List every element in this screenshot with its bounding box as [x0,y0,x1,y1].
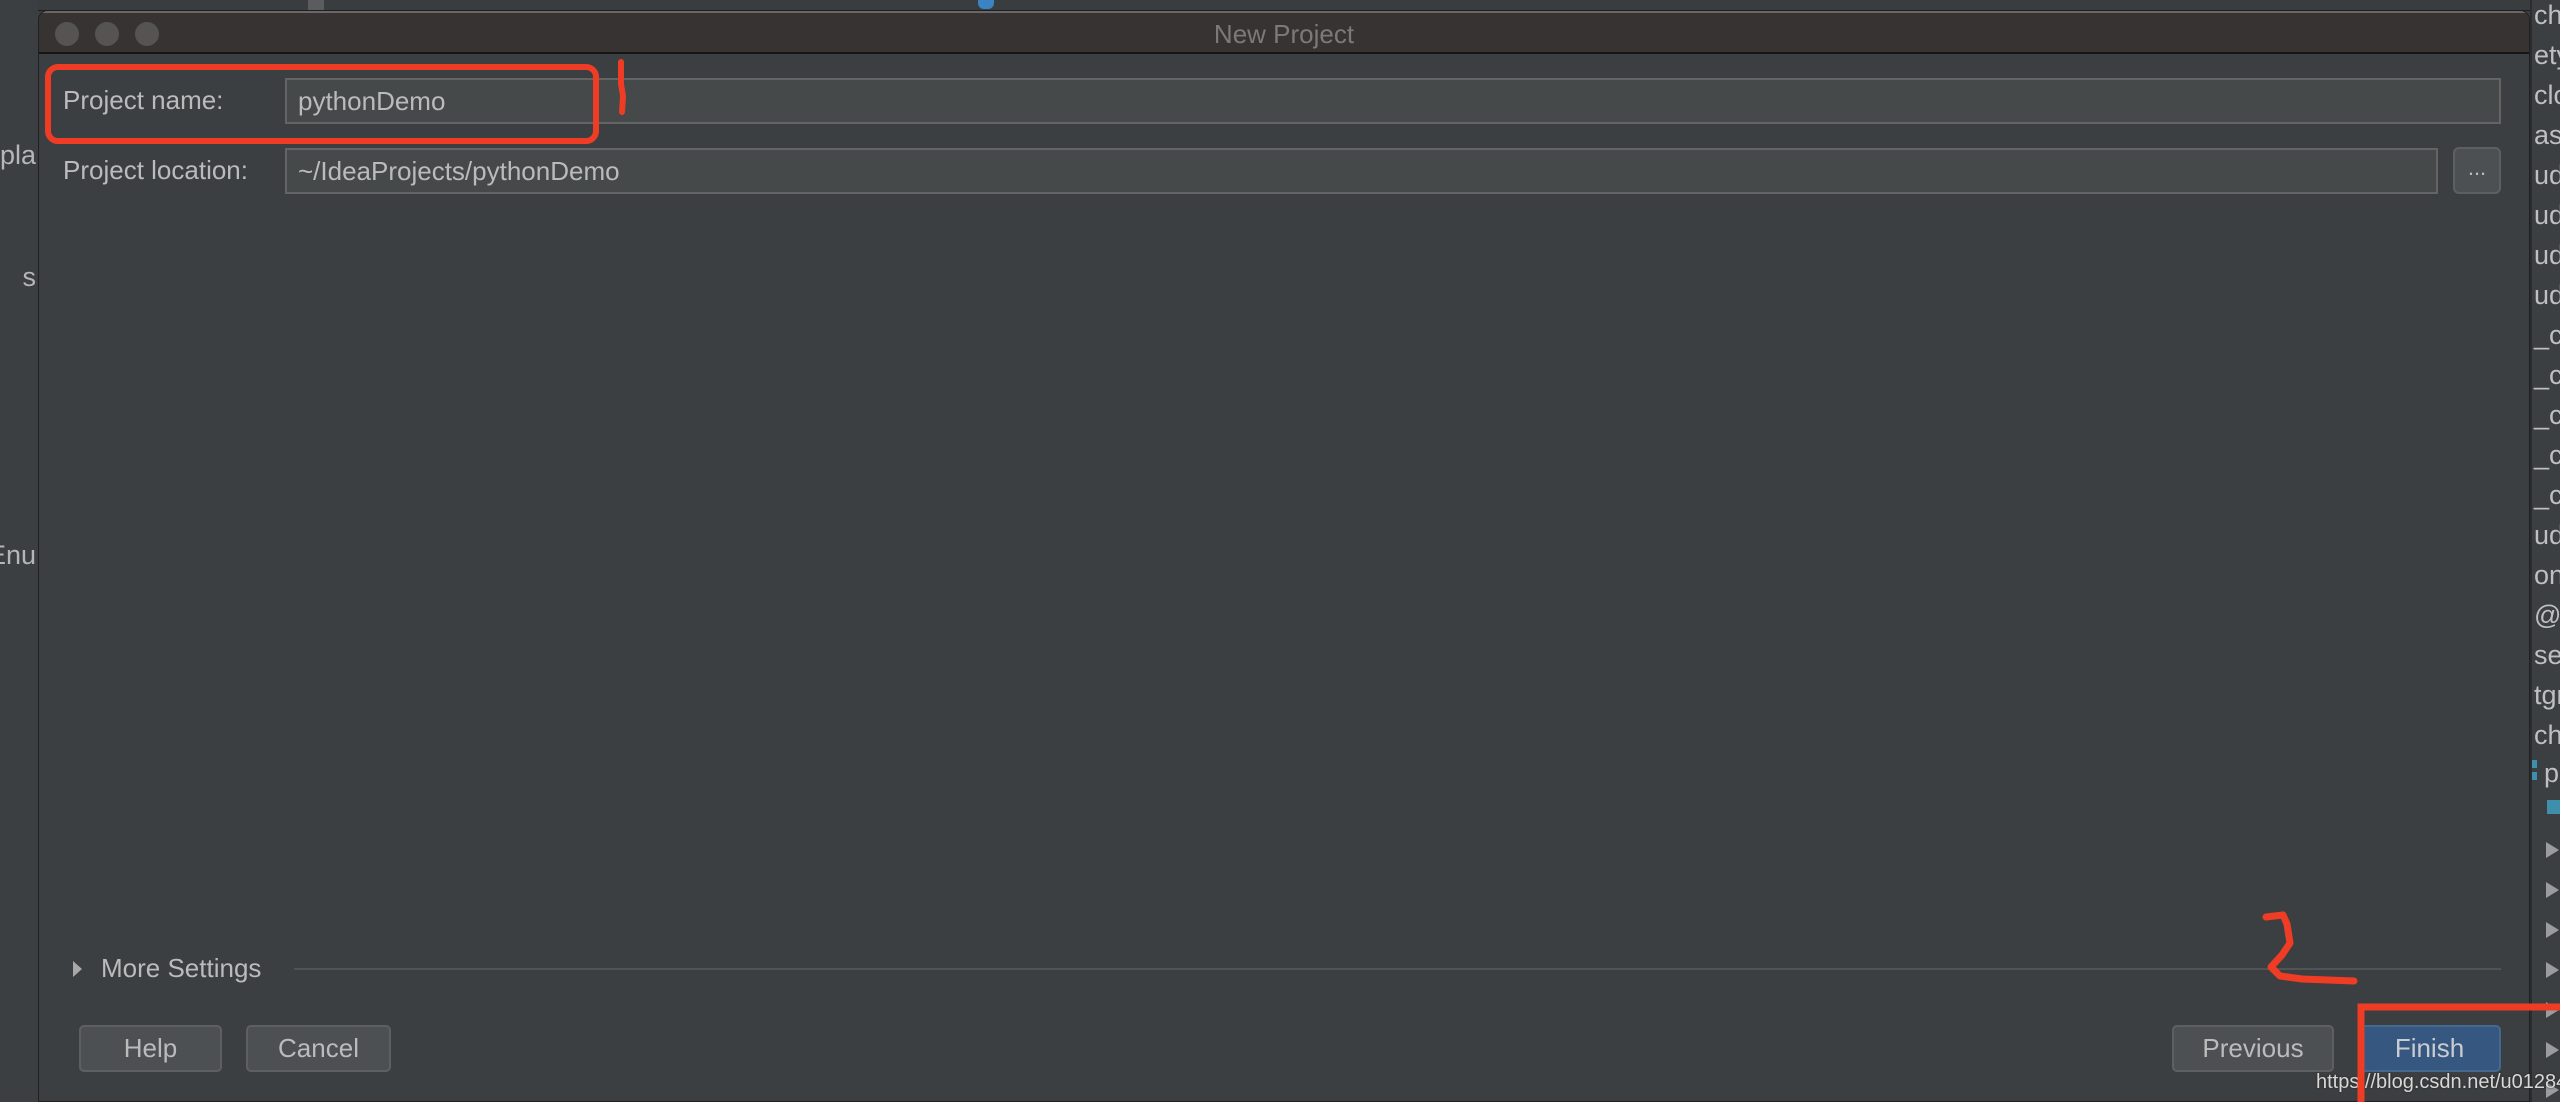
help-button[interactable]: Help [79,1025,222,1072]
background-text: @p [2534,600,2560,630]
project-location-label: Project location: [63,155,248,185]
background-text: p [2544,758,2560,788]
background-text: s [22,262,37,292]
background-text: _ci [2534,360,2560,390]
background-text: _ci [2534,320,2560,350]
file-icon [978,0,994,9]
background-text: _ci [2534,440,2560,470]
background-text: ses [2534,640,2560,670]
background-text: ons [2534,560,2560,590]
background-text: ch@ [2534,0,2560,30]
previous-button[interactable]: Previous [2172,1025,2334,1072]
project-location-value: ~/IdeaProjects/pythonDemo [298,155,620,186]
expand-arrow-icon[interactable] [2546,882,2559,898]
module-icon [2532,760,2537,768]
expand-arrow-icon[interactable] [2546,842,2559,858]
expand-arrow-icon[interactable] [2546,962,2559,978]
expand-arrow-icon[interactable] [2546,1002,2559,1018]
title-bar[interactable]: New Project [39,11,2529,54]
background-text: ude [2534,200,2560,230]
project-name-input[interactable]: pythonDemo [285,78,2501,124]
project-name-value: pythonDemo [298,85,446,116]
background-text: uds [2534,280,2560,310]
project-location-input[interactable]: ~/IdeaProjects/pythonDemo [285,148,2438,194]
browse-location-button[interactable]: ... [2453,147,2501,194]
project-name-label: Project name: [63,85,224,115]
watermark: https://blog.csdn.net/u012846013 [2316,1071,2560,1093]
background-text: udp [2534,240,2560,270]
background-text: .pla [0,140,36,170]
finish-button[interactable]: Finish [2358,1025,2501,1072]
expand-arrow-icon[interactable] [2546,1042,2559,1058]
background-text: _ci [2534,480,2560,510]
background-text: _ci [2534,400,2560,430]
background-ide-right: ch@ ety clo as udb ude udp uds _ci _ci _… [2530,0,2560,1102]
expand-arrow-icon [73,960,82,977]
background-text: ch [2534,720,2560,750]
module-icon [2532,772,2537,780]
background-text: ety [2534,40,2560,70]
background-text: uds [2534,520,2560,550]
background-text: clo [2534,80,2560,110]
background-text: as [2534,120,2560,150]
expand-arrow-icon[interactable] [2546,922,2559,938]
more-settings-toggle[interactable]: More Settings [73,953,261,984]
new-project-dialog: New Project Project name: pythonDemo Pro… [38,10,2530,1102]
background-ide-left: .pla s Enu [0,0,38,1102]
background-text: udb [2534,160,2560,190]
folder-icon [2547,800,2560,814]
background-text: Enu [0,540,36,570]
cancel-button[interactable]: Cancel [246,1025,391,1072]
more-settings-label: More Settings [101,953,262,983]
dialog-title: New Project [1213,19,1355,49]
background-text: tgr [2534,680,2560,710]
scrollbar-thumb [308,0,324,10]
divider [294,968,2501,970]
